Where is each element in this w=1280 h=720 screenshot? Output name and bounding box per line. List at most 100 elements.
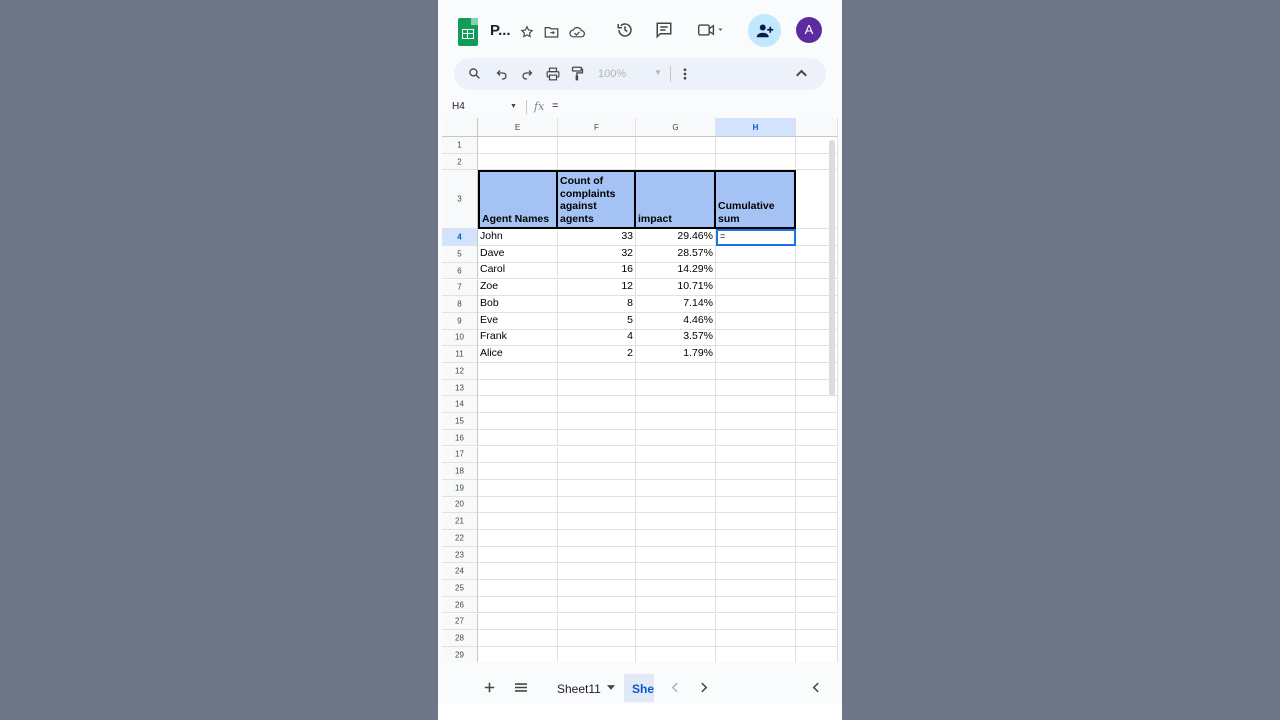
row-header-8[interactable]: 8 [442, 296, 478, 313]
cell-x15[interactable] [796, 413, 838, 430]
row-header-5[interactable]: 5 [442, 246, 478, 263]
zoom-select[interactable]: 100% [598, 68, 626, 80]
row-header-22[interactable]: 22 [442, 530, 478, 547]
cell-x21[interactable] [796, 513, 838, 530]
cell-h6[interactable] [716, 262, 796, 280]
cell-e20[interactable] [478, 496, 558, 514]
more-vert-icon[interactable] [683, 68, 687, 80]
cell-x23[interactable] [796, 546, 838, 564]
active-cell-h4[interactable]: = [716, 229, 796, 247]
cell-h11[interactable] [716, 346, 796, 363]
cell-f15[interactable] [558, 413, 636, 430]
cell-e3[interactable]: Agent Names [478, 170, 558, 230]
row-header-6[interactable]: 6 [442, 262, 478, 280]
cell-e17[interactable] [478, 446, 558, 464]
cell-h20[interactable] [716, 496, 796, 514]
cell-x26[interactable] [796, 596, 838, 614]
cell-g4[interactable]: 29.46% [636, 229, 716, 247]
cell-g20[interactable] [636, 496, 716, 514]
cell-f11[interactable]: 2 [558, 346, 636, 363]
cell-x20[interactable] [796, 496, 838, 514]
comment-icon[interactable] [655, 21, 673, 39]
cell-g6[interactable]: 14.29% [636, 262, 716, 280]
cell-h3[interactable]: Cumulative sum [716, 170, 796, 230]
row-header-9[interactable]: 9 [442, 312, 478, 330]
row-header-13[interactable]: 13 [442, 379, 478, 397]
cell-f14[interactable] [558, 396, 636, 414]
cell-e11[interactable]: Alice [478, 346, 558, 363]
cell-e1[interactable] [478, 137, 558, 154]
cell-f8[interactable]: 8 [558, 296, 636, 313]
cell-h1[interactable] [716, 137, 796, 154]
row-header-18[interactable]: 18 [442, 463, 478, 480]
cell-g18[interactable] [636, 463, 716, 480]
search-icon[interactable] [468, 67, 481, 80]
cell-e27[interactable] [478, 613, 558, 631]
cell-f23[interactable] [558, 546, 636, 564]
cell-f28[interactable] [558, 630, 636, 647]
cell-f12[interactable] [558, 363, 636, 380]
cell-x19[interactable] [796, 479, 838, 497]
cell-g19[interactable] [636, 479, 716, 497]
cell-h29[interactable] [716, 646, 796, 662]
chevron-right-icon[interactable] [701, 682, 708, 693]
cell-f3[interactable]: Count of complaints against agents [558, 170, 636, 230]
cell-f21[interactable] [558, 513, 636, 530]
row-header-15[interactable]: 15 [442, 413, 478, 430]
row-header-20[interactable]: 20 [442, 496, 478, 514]
cell-h25[interactable] [716, 580, 796, 597]
cell-h8[interactable] [716, 296, 796, 313]
collapse-panel-icon[interactable] [812, 682, 819, 693]
paint-format-icon[interactable] [571, 66, 584, 81]
redo-icon[interactable] [521, 68, 533, 80]
add-sheet-icon[interactable] [484, 682, 495, 693]
row-header-10[interactable]: 10 [442, 329, 478, 347]
document-title[interactable]: P... [490, 22, 511, 39]
version-history-icon[interactable] [616, 21, 634, 39]
cell-e29[interactable] [478, 646, 558, 662]
cell-f10[interactable]: 4 [558, 329, 636, 347]
row-header-21[interactable]: 21 [442, 513, 478, 530]
cell-g14[interactable] [636, 396, 716, 414]
row-header-19[interactable]: 19 [442, 479, 478, 497]
column-header-h[interactable]: H [716, 118, 796, 137]
cell-e14[interactable] [478, 396, 558, 414]
row-header-24[interactable]: 24 [442, 563, 478, 581]
cell-g5[interactable]: 28.57% [636, 246, 716, 263]
cell-h2[interactable] [716, 153, 796, 171]
cell-g1[interactable] [636, 137, 716, 154]
cell-g24[interactable] [636, 563, 716, 581]
share-button[interactable] [748, 14, 781, 47]
formula-input[interactable]: = [552, 100, 558, 112]
cell-f20[interactable] [558, 496, 636, 514]
cell-g3[interactable]: impact [636, 170, 716, 230]
cell-g12[interactable] [636, 363, 716, 380]
cell-x29[interactable] [796, 646, 838, 662]
cell-h24[interactable] [716, 563, 796, 581]
row-header-2[interactable]: 2 [442, 153, 478, 171]
chevron-left-icon[interactable] [671, 682, 678, 693]
cell-x27[interactable] [796, 613, 838, 631]
cell-g7[interactable]: 10.71% [636, 279, 716, 297]
cell-g27[interactable] [636, 613, 716, 631]
spreadsheet-grid[interactable]: E F G H 1 2 3 Agent Names Count of complaints… [442, 118, 838, 662]
row-header-3[interactable]: 3 [442, 170, 478, 230]
cell-g28[interactable] [636, 630, 716, 647]
cell-e26[interactable] [478, 596, 558, 614]
select-all-corner[interactable] [442, 118, 478, 137]
all-sheets-menu-icon[interactable] [515, 683, 527, 692]
row-header-14[interactable]: 14 [442, 396, 478, 414]
column-header-g[interactable]: G [636, 118, 716, 137]
cell-f22[interactable] [558, 530, 636, 547]
cell-f25[interactable] [558, 580, 636, 597]
cell-e16[interactable] [478, 429, 558, 447]
row-header-26[interactable]: 26 [442, 596, 478, 614]
name-box[interactable]: H4 [452, 101, 465, 112]
cell-e23[interactable] [478, 546, 558, 564]
cell-h15[interactable] [716, 413, 796, 430]
row-header-28[interactable]: 28 [442, 630, 478, 647]
cell-f29[interactable] [558, 646, 636, 662]
cell-g21[interactable] [636, 513, 716, 530]
vertical-scrollbar[interactable] [829, 140, 835, 396]
row-header-25[interactable]: 25 [442, 580, 478, 597]
